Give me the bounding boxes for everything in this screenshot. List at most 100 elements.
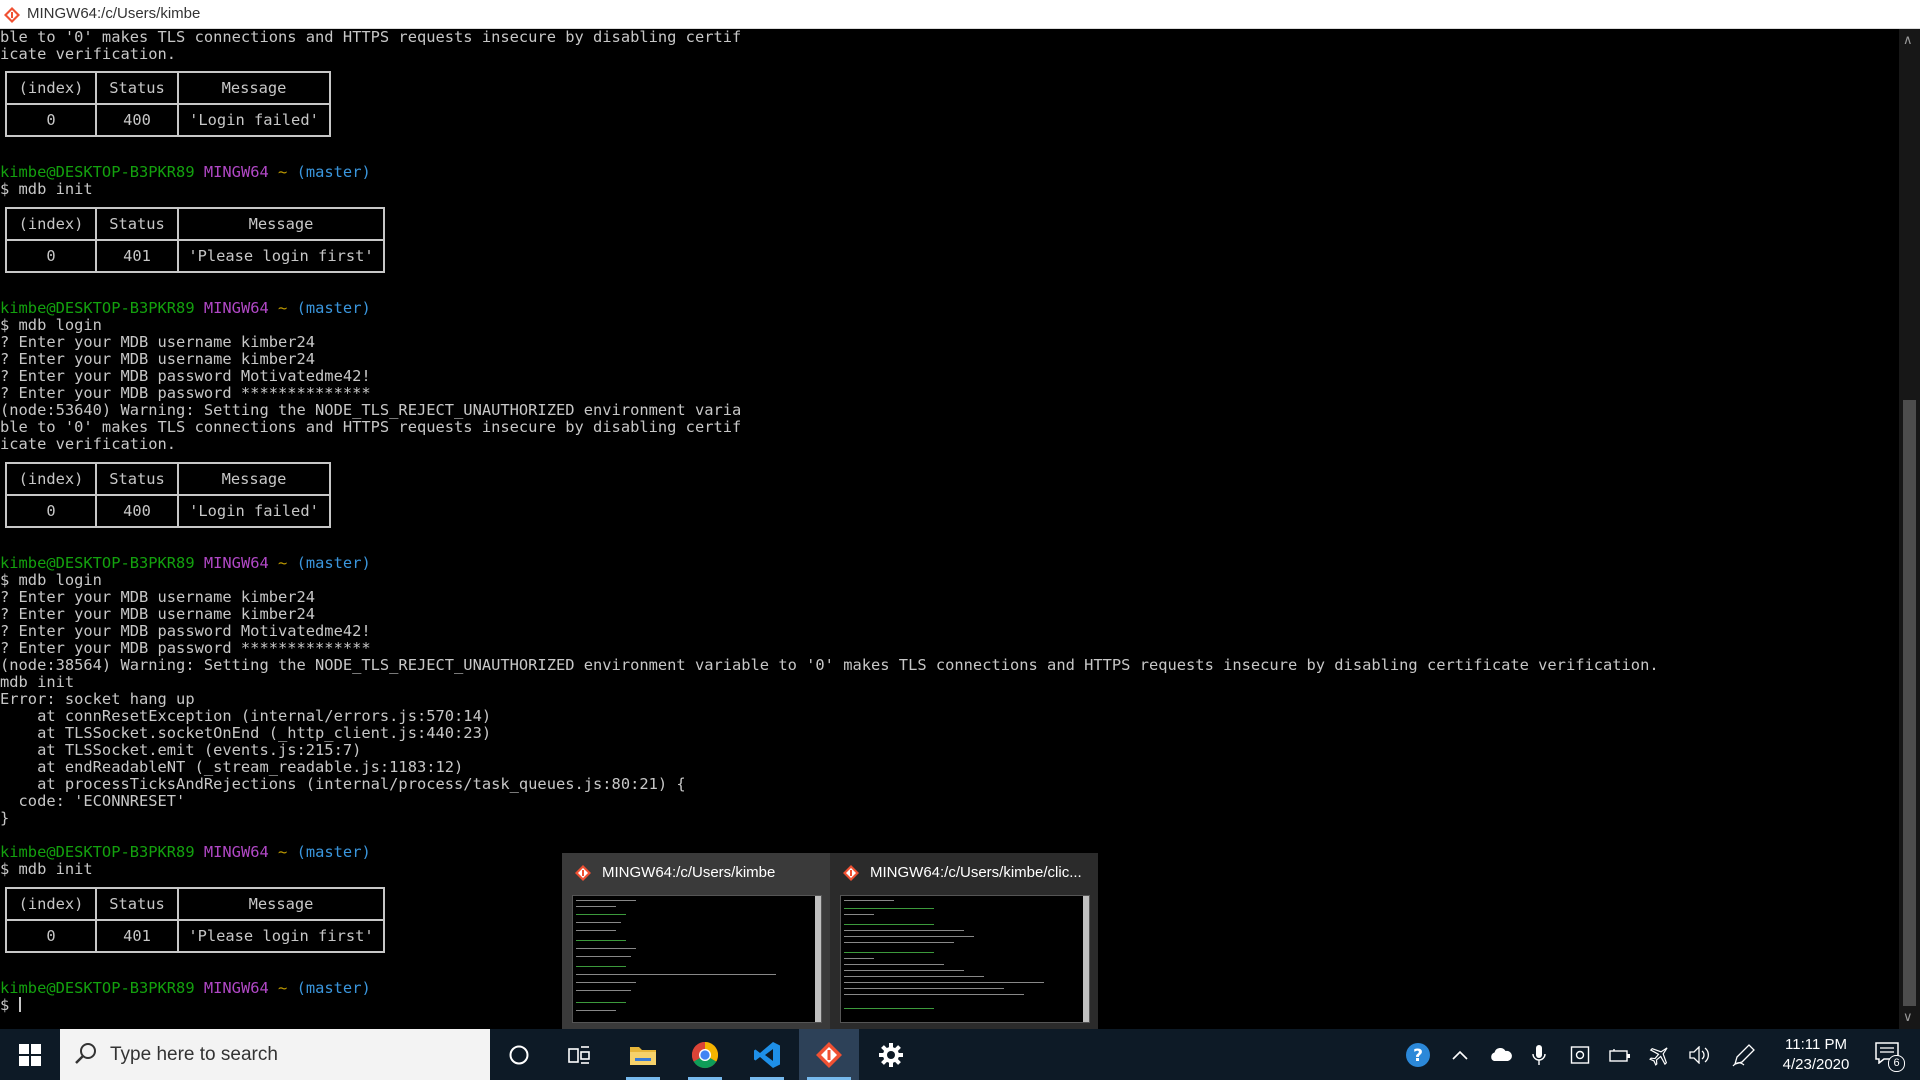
table-cell: 0 <box>5 919 97 953</box>
display-icon <box>1570 1045 1590 1064</box>
search-icon <box>75 1043 96 1064</box>
cortana-button[interactable] <box>495 1029 543 1080</box>
result-table: (index) Status Message 0 400 'Login failed' <box>5 462 331 528</box>
terminal-line: ble to '0' makes TLS connections and HTT… <box>0 418 742 436</box>
terminal-line: at connResetException (internal/errors.j… <box>0 707 492 725</box>
microphone-icon <box>1532 1044 1546 1065</box>
table-header: (index) <box>5 207 97 241</box>
terminal-line: Error: socket hang up <box>0 690 195 708</box>
clock[interactable]: 11:11 PM 4/23/2020 <box>1770 1029 1862 1080</box>
prompt-line: kimbe@DESKTOP-B3PKR89 MINGW64 ~ (master) <box>0 979 371 997</box>
window-preview[interactable]: MINGW64:/c/Users/kimbe/clic... <box>830 853 1098 1029</box>
table-header: Message <box>177 71 331 105</box>
terminal-line: at TLSSocket.emit (events.js:215:7) <box>0 741 362 759</box>
table-header: (index) <box>5 462 97 496</box>
window-preview-title: MINGW64:/c/Users/kimbe/clic... <box>870 864 1082 881</box>
help-tray-button[interactable]: ? <box>1398 1029 1440 1080</box>
clock-time: 11:11 PM <box>1785 1035 1847 1053</box>
table-header: Status <box>95 207 179 241</box>
volume-tray-button[interactable] <box>1683 1029 1717 1080</box>
command-line: $ mdb init <box>0 180 93 198</box>
terminal-line: icate verification. <box>0 435 177 453</box>
cortana-icon <box>509 1045 529 1064</box>
task-view-icon <box>568 1045 590 1064</box>
volume-icon <box>1689 1045 1709 1064</box>
start-button[interactable] <box>0 1029 60 1080</box>
airplane-mode-tray-button[interactable] <box>1643 1029 1677 1080</box>
table-cell: 0 <box>5 103 97 137</box>
terminal-line: ? Enter your MDB password Motivatedme42! <box>0 622 371 640</box>
terminal-line: ? Enter your MDB password ************** <box>0 639 371 657</box>
pen-workspace-tray-button[interactable] <box>1727 1029 1761 1080</box>
result-table: (index) Status Message 0 401 'Please login f… <box>5 887 385 953</box>
table-header: Status <box>95 71 179 105</box>
scrollbar-thumb[interactable] <box>1903 400 1916 1006</box>
microphone-tray-button[interactable] <box>1524 1029 1554 1080</box>
terminal-line: mdb init <box>0 673 75 691</box>
terminal-line: ble to '0' makes TLS connections and HTT… <box>0 29 742 46</box>
taskbar: Type here to search ? 11:11 PM 4/23/2020… <box>0 1029 1920 1080</box>
chrome-icon <box>691 1041 719 1068</box>
svg-text:?: ? <box>1413 1046 1423 1066</box>
result-table: (index) Status Message 0 400 'Login failed' <box>5 71 331 137</box>
scroll-down-icon[interactable]: ∨ <box>1903 1010 1913 1025</box>
terminal-line: ? Enter your MDB password ************** <box>0 384 371 402</box>
chrome-app[interactable] <box>680 1029 730 1080</box>
command-line: $ mdb login <box>0 316 102 334</box>
search-placeholder: Type here to search <box>110 1044 278 1065</box>
battery-tray-button[interactable] <box>1603 1029 1637 1080</box>
display-tray-button[interactable] <box>1563 1029 1597 1080</box>
git-bash-app[interactable] <box>799 1029 859 1080</box>
table-cell: 401 <box>95 239 179 273</box>
table-header: (index) <box>5 887 97 921</box>
terminal-line: ? Enter your MDB password Motivatedme42! <box>0 367 371 385</box>
scroll-up-icon[interactable]: ∧ <box>1903 33 1913 48</box>
table-cell: 0 <box>5 494 97 528</box>
terminal-line: at TLSSocket.socketOnEnd (_http_client.j… <box>0 724 492 742</box>
table-cell: 'Please login first' <box>177 919 385 953</box>
command-input-line[interactable]: $ <box>0 997 21 1014</box>
window-titlebar[interactable]: MINGW64:/c/Users/kimbe <box>0 0 1920 29</box>
chevron-up-icon <box>1452 1050 1468 1060</box>
vscode-icon <box>754 1041 780 1068</box>
onedrive-tray-button[interactable] <box>1483 1029 1519 1080</box>
windows-logo-icon <box>19 1043 41 1066</box>
table-cell: 'Login failed' <box>177 103 331 137</box>
clock-date: 4/23/2020 <box>1782 1055 1850 1073</box>
cloud-icon <box>1491 1047 1512 1061</box>
table-cell: 0 <box>5 239 97 273</box>
window-preview[interactable]: MINGW64:/c/Users/kimbe <box>562 853 830 1029</box>
show-hidden-icons-button[interactable] <box>1445 1029 1475 1080</box>
terminal-line: icate verification. <box>0 45 177 63</box>
notification-count-badge: 6 <box>1888 1054 1905 1072</box>
table-cell: 'Login failed' <box>177 494 331 528</box>
settings-app[interactable] <box>866 1029 916 1080</box>
table-cell: 400 <box>95 103 179 137</box>
table-cell: 'Please login first' <box>177 239 385 273</box>
table-header: Status <box>95 887 179 921</box>
table-cell: 401 <box>95 919 179 953</box>
table-header: (index) <box>5 71 97 105</box>
terminal-line: code: 'ECONNRESET' <box>0 792 186 810</box>
taskbar-search-box[interactable]: Type here to search <box>60 1029 490 1080</box>
git-bash-taskbar-icon <box>816 1041 842 1068</box>
window-thumbnail <box>840 895 1090 1023</box>
terminal-line: ? Enter your MDB username kimber24 <box>0 333 316 351</box>
table-header: Message <box>177 462 331 496</box>
vscode-app[interactable] <box>742 1029 792 1080</box>
terminal-line: (node:53640) Warning: Setting the NODE_T… <box>0 401 742 419</box>
action-center-button[interactable]: 6 <box>1862 1029 1914 1080</box>
table-header: Status <box>95 462 179 496</box>
prompt-line: kimbe@DESKTOP-B3PKR89 MINGW64 ~ (master) <box>0 843 371 861</box>
task-view-button[interactable] <box>555 1029 603 1080</box>
git-bash-icon <box>843 865 859 881</box>
result-table: (index) Status Message 0 401 'Please login f… <box>5 207 385 273</box>
prompt-line: kimbe@DESKTOP-B3PKR89 MINGW64 ~ (master) <box>0 299 371 317</box>
file-explorer-app[interactable] <box>618 1029 668 1080</box>
table-header: Message <box>177 207 385 241</box>
battery-icon <box>1609 1048 1630 1062</box>
command-line: $ mdb login <box>0 571 102 589</box>
terminal-line: } <box>0 809 10 827</box>
file-explorer-icon <box>630 1046 656 1065</box>
terminal-line: ? Enter your MDB username kimber24 <box>0 588 316 606</box>
